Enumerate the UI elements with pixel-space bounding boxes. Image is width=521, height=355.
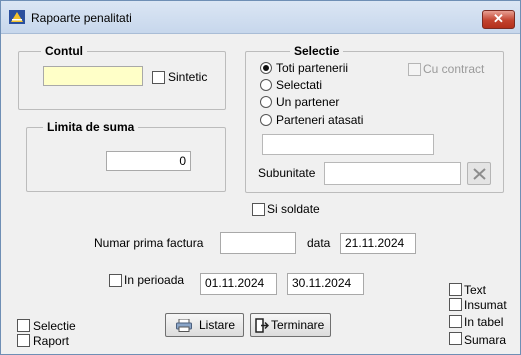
radio-toti-partenerii[interactable] [260, 62, 272, 74]
sintetic-checkbox[interactable] [152, 71, 165, 84]
listare-button[interactable]: Listare [165, 313, 244, 337]
text-checkbox[interactable] [449, 283, 462, 296]
in-perioada-checkbox[interactable] [109, 274, 122, 287]
subunitate-input[interactable] [324, 162, 461, 185]
app-icon [9, 10, 25, 24]
text-label: Text [464, 283, 487, 297]
si-soldate-label: Si soldate [267, 202, 320, 216]
data-input[interactable]: 21.11.2024 [340, 233, 416, 254]
radio-un-partener[interactable] [260, 96, 272, 108]
in-perioada-label: In perioada [124, 273, 185, 287]
radio-parteneri-atasati[interactable] [260, 114, 272, 126]
exit-door-icon [255, 318, 269, 333]
perioada-to-input[interactable]: 30.11.2024 [287, 273, 364, 295]
limita-input[interactable]: 0 [106, 151, 191, 171]
radio-label-toti: Toti partenerii [276, 61, 349, 75]
selectie-bottom-label: Selectie [33, 319, 76, 333]
sintetic-label: Sintetic [168, 70, 208, 84]
listare-label: Listare [199, 318, 236, 332]
numar-factura-label: Numar prima factura [94, 236, 204, 250]
si-soldate-checkbox[interactable] [252, 203, 265, 216]
sumara-label: Sumara [464, 333, 507, 347]
sumara-checkbox[interactable] [449, 332, 462, 345]
insumat-label: Insumat [464, 298, 507, 312]
account-input[interactable] [43, 66, 143, 86]
in-tabel-checkbox[interactable] [449, 315, 462, 328]
selectie-bottom-checkbox[interactable] [17, 319, 30, 332]
close-icon: ✕ [493, 11, 504, 26]
partner-input[interactable] [262, 134, 434, 155]
window-title: Rapoarte penalitati [31, 11, 132, 25]
title-bar[interactable]: Rapoarte penalitati ✕ [1, 1, 520, 34]
cu-contract-label: Cu contract [423, 62, 485, 76]
radio-label-parteneri: Parteneri atasati [276, 113, 364, 127]
dialog-body: Contul Sintetic Limita de suma 0 Selecti… [2, 34, 519, 353]
radio-label-selectati: Selectati [276, 78, 323, 92]
printer-icon [176, 319, 192, 332]
clear-x-icon [473, 168, 486, 180]
clear-subunitate-button[interactable] [467, 162, 491, 185]
close-button[interactable]: ✕ [482, 10, 515, 29]
radio-label-un-partener: Un partener [276, 95, 340, 109]
limita-legend: Limita de suma [47, 120, 135, 134]
numar-factura-input[interactable] [220, 232, 296, 254]
insumat-checkbox[interactable] [449, 298, 462, 311]
terminare-label: Terminare [271, 318, 325, 332]
terminare-button[interactable]: Terminare [250, 313, 331, 337]
perioada-from-input[interactable]: 01.11.2024 [200, 273, 277, 295]
cu-contract-checkbox[interactable] [408, 63, 421, 76]
selectie-legend: Selectie [294, 44, 340, 58]
subunitate-label: Subunitate [258, 166, 316, 180]
contul-legend: Contul [45, 44, 83, 58]
data-label: data [307, 236, 331, 250]
raport-label: Raport [33, 334, 70, 348]
radio-selectati[interactable] [260, 79, 272, 91]
raport-checkbox[interactable] [17, 334, 30, 347]
in-tabel-label: In tabel [464, 315, 504, 329]
report-window: Rapoarte penalitati ✕ Contul Sintetic Li… [0, 0, 521, 355]
